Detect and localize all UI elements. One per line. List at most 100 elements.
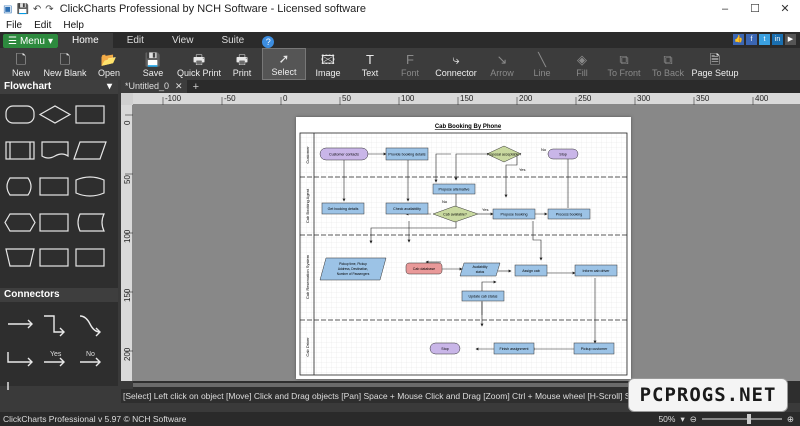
connectors-header[interactable]: Connectors xyxy=(0,288,118,302)
zoom-level[interactable]: 50% xyxy=(658,412,675,426)
tab-home[interactable]: Home xyxy=(58,33,113,48)
save-icon[interactable]: 💾 xyxy=(16,4,28,15)
font-button[interactable]: F Font xyxy=(390,48,430,80)
quick-print-icon: 🖶 xyxy=(192,52,206,67)
twitter-icon[interactable]: t xyxy=(759,34,770,45)
window-controls: – ☐ ✕ xyxy=(710,0,800,18)
page-setup-button[interactable]: 🗎 Page Setup xyxy=(690,48,740,80)
connector-yes-label: Yes xyxy=(50,351,62,358)
svg-text:Propose booking: Propose booking xyxy=(501,213,528,217)
diagram-page[interactable]: Cab Booking By Phone Customer Cab Bookin… xyxy=(296,117,631,379)
svg-text:Number of Passengers: Number of Passengers xyxy=(337,272,370,276)
watermark-logo: PCPROGS.NET xyxy=(628,378,788,412)
youtube-icon[interactable]: ▶ xyxy=(785,34,796,45)
close-button[interactable]: ✕ xyxy=(770,0,800,18)
fill-button[interactable]: ◈ Fill xyxy=(562,48,602,80)
zoom-slider-knob[interactable] xyxy=(747,414,752,424)
close-tab-icon[interactable]: ✕ xyxy=(175,80,183,93)
save-button[interactable]: 💾 Save xyxy=(130,48,176,80)
toolbar-label: New Blank xyxy=(43,68,87,78)
print-button[interactable]: 🖶 Print xyxy=(222,48,262,80)
zoom-dropdown-icon[interactable]: ▾ xyxy=(680,412,684,426)
flowchart-title: Flowchart xyxy=(4,81,52,92)
new-blank-button[interactable]: 🗋 New Blank xyxy=(42,48,88,80)
toolbar-label: New xyxy=(11,68,30,78)
toolbar-label: Open xyxy=(97,68,121,78)
help-icon[interactable]: ? xyxy=(262,36,275,48)
to-back-button[interactable]: ⧉ To Back xyxy=(646,48,690,80)
ruler-tick-label: 0 xyxy=(123,120,132,125)
flowchart-header[interactable]: Flowchart ▾ xyxy=(0,80,118,94)
undo-icon[interactable]: ↶ xyxy=(33,4,41,15)
menu-help[interactable]: Help xyxy=(57,20,90,31)
add-tab-button[interactable]: + xyxy=(193,81,199,93)
drawing-canvas[interactable]: Cab Booking By Phone Customer Cab Bookin… xyxy=(133,105,800,381)
tab-view[interactable]: View xyxy=(158,33,208,48)
label-yes-2: Yes xyxy=(519,167,526,172)
svg-text:Customer contacts: Customer contacts xyxy=(329,153,359,157)
new-button[interactable]: 🗋 New xyxy=(0,48,42,80)
lane-cab-driver: Cab Driver xyxy=(305,337,310,357)
new-blank-icon: 🗋 xyxy=(59,52,71,67)
svg-text:Inform cab driver: Inform cab driver xyxy=(583,269,611,273)
arrow-button[interactable]: ↘ Arrow xyxy=(482,48,522,80)
select-button[interactable]: ➚ Select xyxy=(262,48,306,80)
process-shape xyxy=(75,105,105,124)
to-front-button[interactable]: ⧉ To Front xyxy=(602,48,646,80)
menu-button[interactable]: ☰ Menu ▾ xyxy=(3,34,59,48)
zoom-out-icon[interactable]: ⊖ xyxy=(690,412,697,426)
text-icon: T xyxy=(366,52,374,67)
diagram-title: Cab Booking By Phone xyxy=(435,124,502,130)
zoom-in-icon[interactable]: ⊕ xyxy=(787,412,794,426)
tab-edit[interactable]: Edit xyxy=(113,33,158,48)
ribbon-tabs: ☰ Menu ▾ Home Edit View Suite ? 👍 f t in… xyxy=(0,32,800,48)
svg-text:Cab available?: Cab available? xyxy=(443,213,467,217)
menu-button-label: Menu xyxy=(19,35,45,47)
maximize-button[interactable]: ☐ xyxy=(740,0,770,18)
redo-icon[interactable]: ↷ xyxy=(45,4,53,15)
line-button[interactable]: ╲ Line xyxy=(522,48,562,80)
label-yes-1: Yes xyxy=(482,207,489,212)
like-icon[interactable]: 👍 xyxy=(733,34,744,45)
lane-cab-reservation-system: Cab Reservation System xyxy=(305,254,310,299)
rounded-rect-shape xyxy=(5,105,35,124)
app-window: ▣ 💾 ↶ ↷ ClickCharts Professional by NCH … xyxy=(0,0,800,426)
ruler-corner xyxy=(121,93,133,105)
svg-text:Process booking: Process booking xyxy=(556,213,583,217)
lane-customer: Customer xyxy=(305,146,310,164)
open-button[interactable]: 📂 Open xyxy=(88,48,130,80)
menu-file[interactable]: File xyxy=(0,20,28,31)
connector-icon: ⤷ xyxy=(452,52,460,67)
text-button[interactable]: T Text xyxy=(350,48,390,80)
quick-print-button[interactable]: 🖶 Quick Print xyxy=(176,48,222,80)
line-icon: ╲ xyxy=(538,52,546,67)
image-button[interactable]: 🖾 Image xyxy=(306,48,350,80)
arrow-icon: ↘ xyxy=(496,52,508,67)
stored-data-shape xyxy=(77,213,105,232)
quick-access-toolbar: ▣ 💾 ↶ ↷ xyxy=(0,4,54,15)
lane-cab-booking-agent: Cab Booking Agent xyxy=(305,188,310,223)
svg-text:Proposal acceptable?: Proposal acceptable? xyxy=(487,153,522,157)
menu-edit[interactable]: Edit xyxy=(28,20,57,31)
svg-text:status: status xyxy=(476,270,485,274)
database-shape xyxy=(75,176,105,197)
minimize-button[interactable]: – xyxy=(710,0,740,18)
linkedin-icon[interactable]: in xyxy=(772,34,783,45)
facebook-icon[interactable]: f xyxy=(746,34,757,45)
connector-button[interactable]: ⤷ Connector xyxy=(430,48,482,80)
folder-icon: 📂 xyxy=(100,52,118,67)
app-icon: ▣ xyxy=(3,3,13,15)
ruler-tick-label: 400 xyxy=(755,94,769,103)
label-no-1: No xyxy=(442,199,448,204)
shapes-panel: Flowchart ▾ Connectors Yes No xyxy=(0,80,118,390)
manual-operation-shape xyxy=(5,248,35,267)
tab-suite[interactable]: Suite xyxy=(207,33,258,48)
zoom-control: 50% ▾ ⊖ ⊕ xyxy=(658,412,794,426)
svg-text:Availability: Availability xyxy=(472,265,487,269)
ruler-tick-label: 150 xyxy=(460,94,474,103)
vertical-ruler: 0 50 100 150 200 xyxy=(121,105,133,381)
zoom-slider[interactable] xyxy=(701,414,782,424)
to-front-icon: ⧉ xyxy=(619,52,629,67)
toolbar-label: Font xyxy=(400,68,419,78)
tab-untitled[interactable]: *Untitled_0 ✕ xyxy=(121,80,187,93)
